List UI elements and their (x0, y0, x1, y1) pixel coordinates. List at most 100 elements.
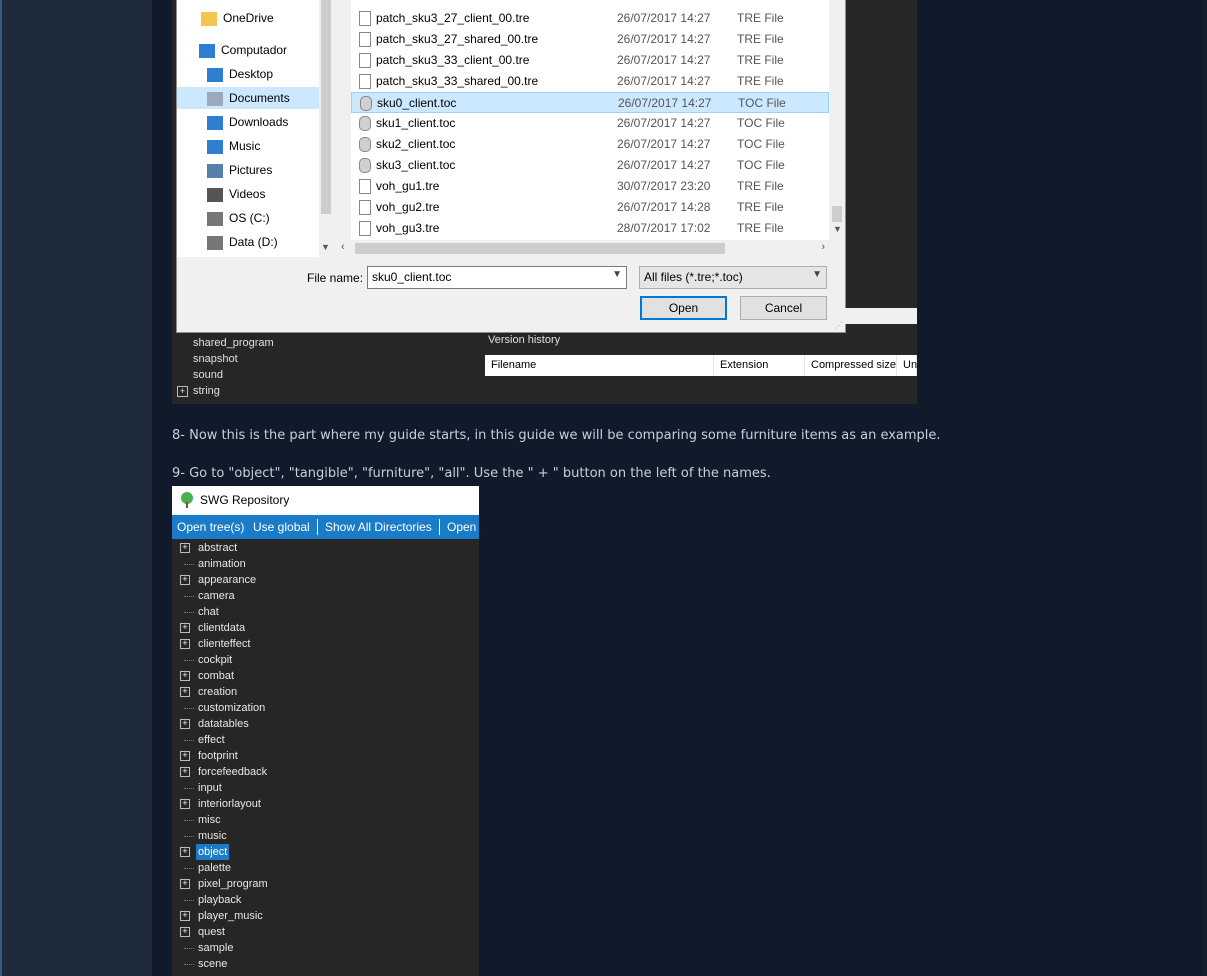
tree-item-snapshot[interactable]: snapshot (193, 351, 238, 367)
expand-icon[interactable]: + (180, 799, 190, 809)
tree-item-sample[interactable]: sample (196, 940, 235, 956)
nav-item-os-c[interactable]: OS (C:) (177, 207, 319, 229)
scroll-right-icon[interactable]: › (821, 241, 825, 253)
tree-item-clientdata[interactable]: clientdata (196, 620, 247, 636)
expand-icon[interactable]: + (180, 879, 190, 889)
tree-item-forcefeedback[interactable]: forcefeedback (196, 764, 269, 780)
nav-item-downloads[interactable]: Downloads (177, 111, 319, 133)
file-row[interactable]: sku0_client.toc 26/07/2017 14:27 TOC File (351, 92, 829, 113)
open-trees-button[interactable]: Open tree(s) (177, 515, 244, 539)
show-all-directories-button[interactable]: Show All Directories (325, 515, 432, 539)
expand-icon[interactable]: + (180, 767, 190, 777)
tree-item-input[interactable]: input (196, 780, 224, 796)
expand-icon[interactable]: + (180, 639, 190, 649)
tree-item-animation[interactable]: animation (196, 556, 248, 572)
use-global-button[interactable]: Use global (253, 515, 310, 539)
tree-item-footprint[interactable]: footprint (196, 748, 240, 764)
tree-item-sound[interactable]: sound (193, 367, 223, 383)
scrollbar-thumb[interactable] (321, 0, 331, 214)
file-row[interactable]: patch_sku3_27_client_00.tre 26/07/2017 14… (351, 8, 829, 29)
expand-icon[interactable]: + (180, 623, 190, 633)
expand-icon[interactable]: + (180, 543, 190, 553)
nav-item-computador[interactable]: Computador (177, 39, 319, 61)
expand-icon[interactable]: + (180, 911, 190, 921)
file-date: 30/07/2017 23:20 (617, 179, 711, 193)
scroll-left-icon[interactable]: ‹ (341, 241, 345, 253)
file-name: sku2_client.toc (376, 137, 456, 151)
expand-icon[interactable]: + (180, 927, 190, 937)
tree-item-interiorlayout[interactable]: interiorlayout (196, 796, 263, 812)
column-header-extension[interactable]: Extension (714, 355, 805, 376)
tree-connector-line (184, 836, 194, 837)
file-list-horizontal-scrollbar[interactable]: ‹ › (337, 240, 829, 257)
file-row[interactable]: patch_sku3_33_shared_00.tre 26/07/2017 14… (351, 71, 829, 92)
chevron-down-icon[interactable]: ▼ (612, 269, 622, 280)
tree-item-appearance[interactable]: appearance (196, 572, 258, 588)
expand-icon[interactable]: + (180, 687, 190, 697)
tree-item-playback[interactable]: playback (196, 892, 243, 908)
expand-icon[interactable]: + (180, 847, 190, 857)
tree-item-misc[interactable]: misc (196, 812, 223, 828)
file-row[interactable]: voh_gu3.tre 28/07/2017 17:02 TRE File (351, 218, 829, 239)
scrollbar-thumb[interactable] (355, 243, 725, 254)
tree-item-effect[interactable]: effect (196, 732, 227, 748)
nav-item-desktop[interactable]: Desktop (177, 63, 319, 85)
file-row[interactable]: sku3_client.toc 26/07/2017 14:27 TOC File (351, 155, 829, 176)
tree-item-scene[interactable]: scene (196, 956, 229, 972)
tree-item-creation[interactable]: creation (196, 684, 239, 700)
file-row[interactable]: sku1_client.toc 26/07/2017 14:27 TOC File (351, 113, 829, 134)
resize-grip-icon[interactable]: ⋰ (835, 321, 843, 330)
navigation-scrollbar[interactable]: ▼ (319, 0, 333, 257)
cancel-button[interactable]: Cancel (740, 296, 827, 320)
tree-item-cockpit[interactable]: cockpit (196, 652, 234, 668)
column-header-uncompressed[interactable]: Un (897, 355, 917, 376)
tree-item-combat[interactable]: combat (196, 668, 236, 684)
open-button[interactable]: Open (640, 296, 727, 320)
file-list-vertical-scrollbar[interactable]: ▼ (829, 0, 845, 240)
tree-item-pixel-program[interactable]: pixel_program (196, 876, 270, 892)
file-row[interactable]: patch_sku3_27_shared_00.tre 26/07/2017 14… (351, 29, 829, 50)
drive-icon (207, 235, 223, 250)
tree-item-abstract[interactable]: abstract (196, 540, 239, 556)
file-row[interactable]: voh_gu2.tre 26/07/2017 14:28 TRE File (351, 197, 829, 218)
page-scrollbar[interactable] (1202, 0, 1207, 976)
file-name-input[interactable]: sku0_client.toc ▼ (367, 266, 627, 289)
file-type: TRE File (737, 200, 784, 214)
column-header-filename[interactable]: Filename (485, 355, 714, 376)
nav-item-documents[interactable]: Documents (177, 87, 319, 109)
tree-item-music[interactable]: music (196, 828, 229, 844)
tree-item-player-music[interactable]: player_music (196, 908, 265, 924)
nav-item-data-d[interactable]: Data (D:) (177, 231, 319, 253)
tree-item-quest[interactable]: quest (196, 924, 227, 940)
file-row[interactable]: voh_gu1.tre 30/07/2017 23:20 TRE File (351, 176, 829, 197)
chevron-down-icon[interactable]: ▼ (812, 269, 822, 280)
tree-item-customization[interactable]: customization (196, 700, 267, 716)
expand-icon[interactable]: + (177, 386, 188, 397)
scrollbar-thumb[interactable] (832, 206, 842, 222)
expand-icon[interactable]: + (180, 575, 190, 585)
scroll-down-icon[interactable]: ▼ (833, 224, 842, 234)
nav-item-music[interactable]: Music (177, 135, 319, 157)
expand-icon[interactable]: + (180, 719, 190, 729)
nav-item-videos[interactable]: Videos (177, 183, 319, 205)
tree-item-object[interactable]: object (196, 844, 230, 860)
tree-item-datatables[interactable]: datatables (196, 716, 251, 732)
nav-item-onedrive[interactable]: OneDrive (177, 7, 319, 29)
open-button[interactable]: Open (447, 515, 476, 539)
scroll-down-icon[interactable]: ▼ (321, 242, 330, 252)
tree-connector-line (184, 900, 194, 901)
tree-item-clienteffect[interactable]: clienteffect (196, 636, 252, 652)
tree-item-chat[interactable]: chat (196, 604, 221, 620)
tree-item-string[interactable]: string (193, 383, 220, 399)
file-row[interactable]: patch_sku3_33_client_00.tre 26/07/2017 14… (351, 50, 829, 71)
file-icon (359, 179, 371, 194)
nav-item-pictures[interactable]: Pictures (177, 159, 319, 181)
tree-item-palette[interactable]: palette (196, 860, 233, 876)
expand-icon[interactable]: + (180, 671, 190, 681)
expand-icon[interactable]: + (180, 751, 190, 761)
column-header-compressed-size[interactable]: Compressed size (805, 355, 897, 376)
tree-item-shared-program[interactable]: shared_program (193, 335, 274, 351)
tree-item-camera[interactable]: camera (196, 588, 237, 604)
file-row[interactable]: sku2_client.toc 26/07/2017 14:27 TOC File (351, 134, 829, 155)
file-type-filter[interactable]: All files (*.tre;*.toc) ▼ (639, 266, 827, 289)
